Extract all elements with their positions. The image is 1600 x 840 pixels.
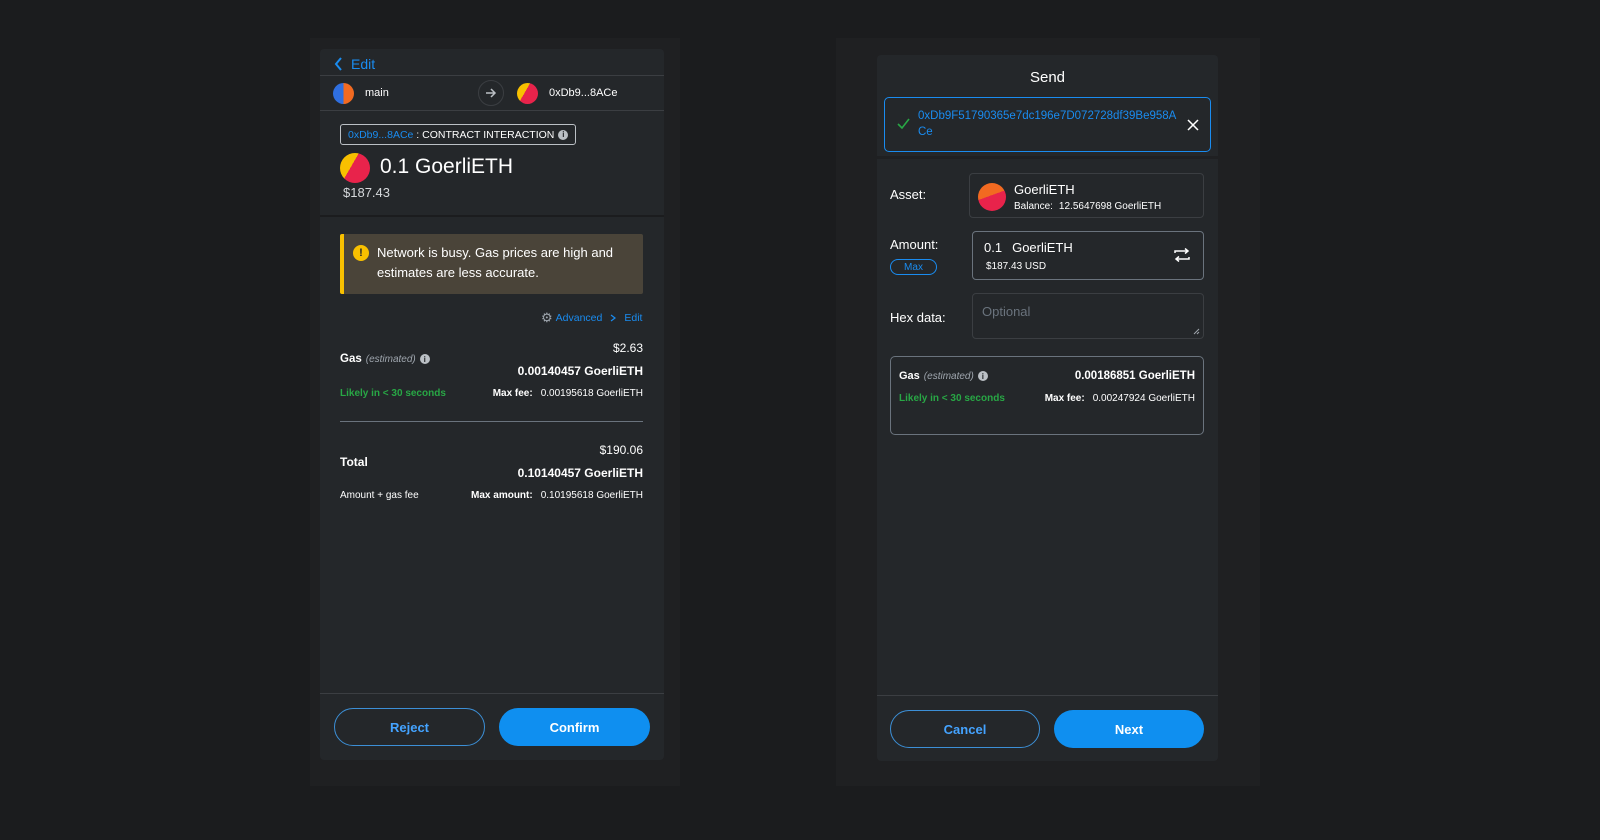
max-fee-value: 0.00195618 GoerliETH	[540, 388, 643, 399]
divider	[320, 693, 664, 694]
max-button[interactable]: Max	[890, 259, 937, 275]
reject-button[interactable]: Reject	[334, 708, 485, 746]
resize-handle-icon[interactable]	[1193, 328, 1200, 335]
asset-name: GoerliETH	[1014, 182, 1075, 197]
max-fee-label: Max fee:	[1044, 393, 1085, 404]
balance-value: 12.5647698 GoerliETH	[1058, 201, 1162, 212]
contract-interaction-label: CONTRACT INTERACTION	[422, 128, 555, 141]
info-icon[interactable]: i	[977, 371, 988, 381]
goerlieth-token-icon	[340, 153, 370, 183]
chevron-left-icon	[334, 57, 342, 71]
network-busy-warning: ! Network is busy. Gas prices are high a…	[340, 234, 643, 294]
contract-separator: :	[413, 128, 423, 141]
balance-label: Balance:	[1014, 201, 1053, 212]
edit-gas-link[interactable]: Edit	[624, 312, 642, 324]
confirm-transaction-panel: Edit main 0xDb9...8ACe 0xDb9...8ACe : CO…	[320, 49, 664, 760]
hex-data-input[interactable]: Optional	[972, 293, 1204, 339]
goerlieth-token-icon	[978, 183, 1006, 211]
max-fee-value: 0.00247924 GoerliETH	[1092, 393, 1195, 404]
total-subtitle: Amount + gas fee	[340, 490, 419, 501]
gas-likely-time: Likely in < 30 seconds	[899, 393, 1005, 404]
warning-icon: !	[353, 245, 369, 261]
next-button[interactable]: Next	[1054, 710, 1204, 748]
recipient-address-box[interactable]: 0xDb9F51790365e7dc196e7D072728df39Be958A…	[884, 97, 1211, 152]
close-icon[interactable]	[1187, 119, 1199, 131]
contract-interaction-chip[interactable]: 0xDb9...8ACe : CONTRACT INTERACTION i	[340, 124, 577, 145]
advanced-edit-row: ⚙ Advanced Edit	[541, 311, 642, 324]
total-label: Total	[340, 455, 368, 469]
max-amount-label: Max amount:	[471, 490, 533, 501]
total-usd: $190.06	[599, 443, 643, 457]
swap-icon[interactable]	[1173, 248, 1191, 262]
arrow-right-icon	[478, 80, 504, 106]
send-title: Send	[1029, 69, 1066, 86]
back-label: Edit	[351, 56, 376, 72]
asset-selector[interactable]: GoerliETH Balance: 12.5647698 GoerliETH	[969, 173, 1204, 218]
gas-label: Gas	[340, 353, 362, 365]
gas-estimate-card: Gas (estimated) i 0.00186851 GoerliETH L…	[890, 356, 1204, 435]
section-divider	[320, 215, 664, 217]
divider	[320, 75, 664, 76]
total-max-amount-row: Max amount: 0.10195618 GoerliETH	[471, 490, 643, 501]
max-amount-value: 0.10195618 GoerliETH	[540, 490, 643, 501]
divider	[340, 421, 643, 422]
amount-input[interactable]: 0.1 GoerliETH $187.43 USD	[972, 231, 1204, 280]
gas-heading: Gas (estimated) i	[340, 353, 430, 365]
gas-eth: 0.00140457 GoerliETH	[517, 364, 643, 378]
gas-qualifier: (estimated)	[923, 370, 974, 382]
amount-value: 0.1	[984, 240, 1003, 255]
gas-heading: Gas (estimated) i	[899, 370, 988, 382]
advanced-link[interactable]: Advanced	[556, 312, 603, 324]
transaction-amount: 0.1 GoerliETH	[380, 155, 514, 178]
chevron-right-icon	[610, 314, 617, 321]
amount-input-value: 0.1 GoerliETH	[984, 240, 1073, 255]
gas-eth: 0.00186851 GoerliETH	[1074, 370, 1195, 382]
amount-label: Amount:	[890, 237, 939, 252]
warning-text: Network is busy. Gas prices are high and…	[377, 245, 614, 280]
hex-data-placeholder: Optional	[982, 304, 1031, 319]
gear-icon: ⚙	[541, 310, 553, 325]
back-edit-button[interactable]: Edit	[334, 53, 375, 75]
amount-unit: GoerliETH	[1012, 240, 1073, 255]
gas-max-fee-row: Max fee: 0.00247924 GoerliETH	[1045, 393, 1195, 404]
transaction-amount-usd: $187.43	[343, 185, 390, 200]
send-panel: Send 0xDb9F51790365e7dc196e7D072728df39B…	[877, 55, 1218, 761]
check-icon	[897, 118, 910, 129]
section-divider	[877, 156, 1218, 159]
divider	[877, 695, 1218, 696]
gas-label: Gas	[899, 370, 920, 382]
divider	[320, 110, 664, 111]
max-fee-label: Max fee:	[492, 388, 533, 399]
asset-balance-row: Balance: 12.5647698 GoerliETH	[1014, 201, 1161, 212]
gas-qualifier: (estimated)	[365, 353, 416, 365]
confirm-button[interactable]: Confirm	[499, 708, 650, 746]
from-account-avatar	[333, 83, 354, 104]
gas-max-fee-row: Max fee: 0.00195618 GoerliETH	[493, 388, 643, 399]
cancel-button[interactable]: Cancel	[890, 710, 1040, 748]
from-account-name: main	[365, 87, 389, 99]
recipient-address: 0xDb9F51790365e7dc196e7D072728df39Be958A…	[918, 110, 1177, 138]
asset-label: Asset:	[890, 187, 927, 202]
info-icon[interactable]: i	[419, 354, 430, 364]
to-account-avatar	[517, 83, 538, 104]
contract-address-link[interactable]: 0xDb9...8ACe	[348, 129, 413, 141]
info-icon[interactable]: i	[558, 129, 569, 140]
amount-usd: $187.43 USD	[986, 261, 1047, 272]
total-eth: 0.10140457 GoerliETH	[517, 466, 643, 480]
to-account-address[interactable]: 0xDb9...8ACe	[549, 87, 617, 99]
gas-likely-time: Likely in < 30 seconds	[340, 388, 446, 399]
hex-data-label: Hex data:	[890, 310, 946, 325]
gas-usd: $2.63	[612, 341, 643, 355]
